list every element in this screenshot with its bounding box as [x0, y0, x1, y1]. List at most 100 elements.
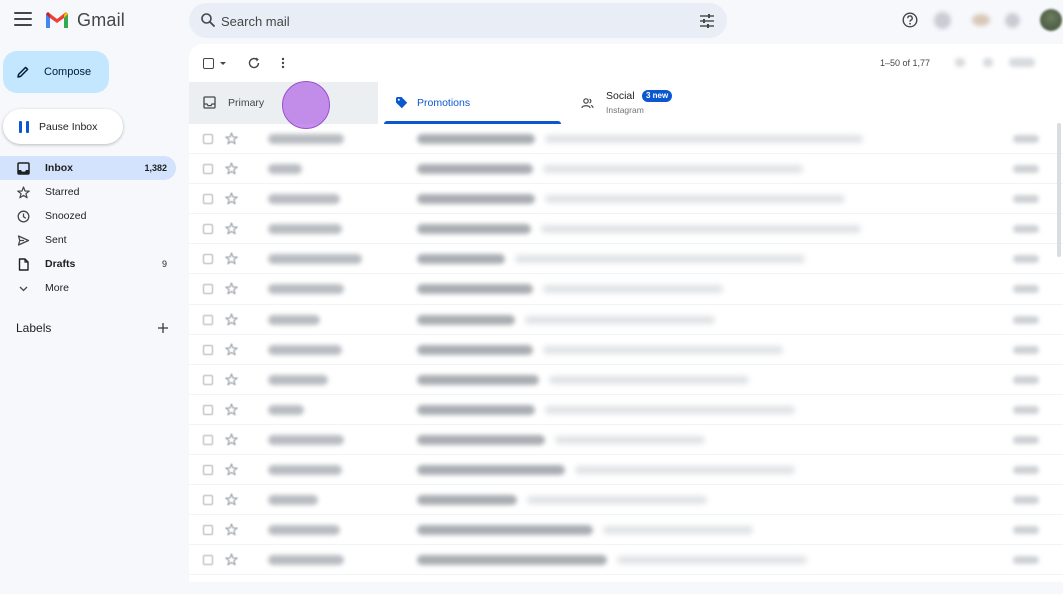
- gmail-logo-icon[interactable]: [45, 11, 69, 29]
- star-icon[interactable]: [225, 493, 238, 506]
- table-row[interactable]: [189, 244, 1063, 275]
- star-icon[interactable]: [225, 433, 238, 446]
- star-icon[interactable]: [225, 252, 238, 265]
- table-row[interactable]: [189, 335, 1063, 365]
- row-checkbox[interactable]: [203, 224, 213, 235]
- table-row[interactable]: [189, 214, 1063, 245]
- row-checkbox[interactable]: [203, 254, 213, 265]
- sidebar-item-snoozed[interactable]: Snoozed: [0, 204, 176, 228]
- sidebar-item-label: Inbox: [45, 162, 73, 174]
- star-icon[interactable]: [225, 192, 238, 205]
- scrollbar[interactable]: [1057, 123, 1061, 257]
- row-checkbox[interactable]: [203, 374, 213, 385]
- select-dropdown-icon[interactable]: [220, 62, 226, 65]
- row-checkbox[interactable]: [203, 194, 213, 205]
- table-row[interactable]: [189, 545, 1063, 576]
- drafts-count: 9: [161, 259, 167, 269]
- table-row[interactable]: [189, 305, 1063, 335]
- row-subject: [417, 194, 535, 205]
- row-date: [1013, 345, 1039, 354]
- row-checkbox[interactable]: [203, 164, 213, 175]
- star-icon[interactable]: [225, 313, 238, 326]
- row-date: [1013, 135, 1039, 143]
- sidebar-item-drafts[interactable]: Drafts 9: [0, 252, 176, 276]
- table-row[interactable]: [189, 365, 1063, 395]
- star-icon[interactable]: [225, 373, 238, 386]
- tab-social[interactable]: Social 3 new Instagram: [569, 82, 769, 124]
- row-checkbox[interactable]: [203, 134, 213, 144]
- star-icon: [17, 186, 30, 199]
- star-icon[interactable]: [225, 343, 238, 356]
- row-checkbox[interactable]: [203, 344, 213, 355]
- search-bar[interactable]: [189, 3, 727, 38]
- row-checkbox[interactable]: [203, 404, 213, 415]
- gemini-icon[interactable]: [972, 14, 990, 26]
- star-icon[interactable]: [225, 403, 238, 416]
- table-row[interactable]: [189, 515, 1063, 546]
- avatar[interactable]: [1040, 9, 1062, 31]
- apps-icon[interactable]: [1005, 13, 1020, 28]
- row-checkbox[interactable]: [203, 525, 213, 536]
- row-checkbox[interactable]: [203, 465, 213, 476]
- search-icon[interactable]: [200, 12, 216, 28]
- star-icon[interactable]: [225, 282, 238, 295]
- table-row[interactable]: [189, 395, 1063, 425]
- row-checkbox[interactable]: [203, 495, 213, 506]
- row-date: [1013, 405, 1039, 414]
- row-sender: [268, 555, 344, 566]
- inbox-icon: [17, 162, 30, 175]
- star-icon[interactable]: [225, 463, 238, 476]
- sidebar-item-sent[interactable]: Sent: [0, 228, 176, 252]
- search-input[interactable]: [221, 11, 671, 31]
- row-checkbox[interactable]: [203, 434, 213, 445]
- row-checkbox[interactable]: [203, 284, 213, 295]
- clock-icon: [17, 210, 30, 223]
- row-sender: [268, 344, 342, 355]
- settings-icon[interactable]: [934, 12, 951, 29]
- table-row[interactable]: [189, 154, 1063, 185]
- new-count-badge: 3 new: [642, 90, 673, 102]
- row-subject: [417, 344, 533, 355]
- row-snippet: [543, 345, 783, 354]
- refresh-icon[interactable]: [247, 56, 261, 70]
- star-icon[interactable]: [225, 523, 238, 536]
- row-checkbox[interactable]: [203, 555, 213, 566]
- tab-label: Social: [606, 90, 635, 102]
- row-subject: [417, 254, 505, 265]
- help-icon[interactable]: [902, 12, 918, 28]
- tab-promotions[interactable]: Promotions: [384, 82, 561, 124]
- row-sender: [268, 284, 344, 295]
- select-all-checkbox[interactable]: [203, 58, 214, 69]
- inbox-icon: [203, 96, 216, 109]
- plus-icon[interactable]: [156, 321, 170, 335]
- star-icon[interactable]: [225, 162, 238, 175]
- more-vert-icon[interactable]: [281, 56, 285, 70]
- row-sender: [268, 314, 320, 325]
- pause-inbox-button[interactable]: Pause Inbox: [3, 109, 123, 144]
- pager-next-icon[interactable]: [983, 58, 993, 67]
- sidebar-item-inbox[interactable]: Inbox 1,382: [0, 156, 176, 180]
- sidebar-item-more[interactable]: More: [0, 276, 176, 300]
- inbox-count: 1,382: [144, 163, 167, 173]
- table-row[interactable]: [189, 455, 1063, 486]
- compose-button[interactable]: Compose: [3, 51, 109, 93]
- table-row[interactable]: [189, 274, 1063, 305]
- row-subject: [417, 284, 533, 295]
- table-row[interactable]: [189, 124, 1063, 155]
- table-row[interactable]: [189, 184, 1063, 215]
- sidebar-item-starred[interactable]: Starred: [0, 180, 176, 204]
- star-icon[interactable]: [225, 553, 238, 566]
- sidebar-item-label: More: [45, 282, 69, 294]
- row-snippet: [575, 466, 795, 475]
- pager-prev-icon[interactable]: [955, 58, 965, 67]
- main-menu-icon[interactable]: [14, 12, 32, 26]
- search-options-icon[interactable]: [699, 13, 715, 29]
- row-checkbox[interactable]: [203, 314, 213, 325]
- compose-label: Compose: [44, 66, 92, 78]
- input-tools-icon[interactable]: [1009, 58, 1035, 67]
- star-icon[interactable]: [225, 132, 238, 145]
- table-row[interactable]: [189, 485, 1063, 516]
- table-row[interactable]: [189, 425, 1063, 456]
- row-snippet: [603, 526, 753, 535]
- star-icon[interactable]: [225, 222, 238, 235]
